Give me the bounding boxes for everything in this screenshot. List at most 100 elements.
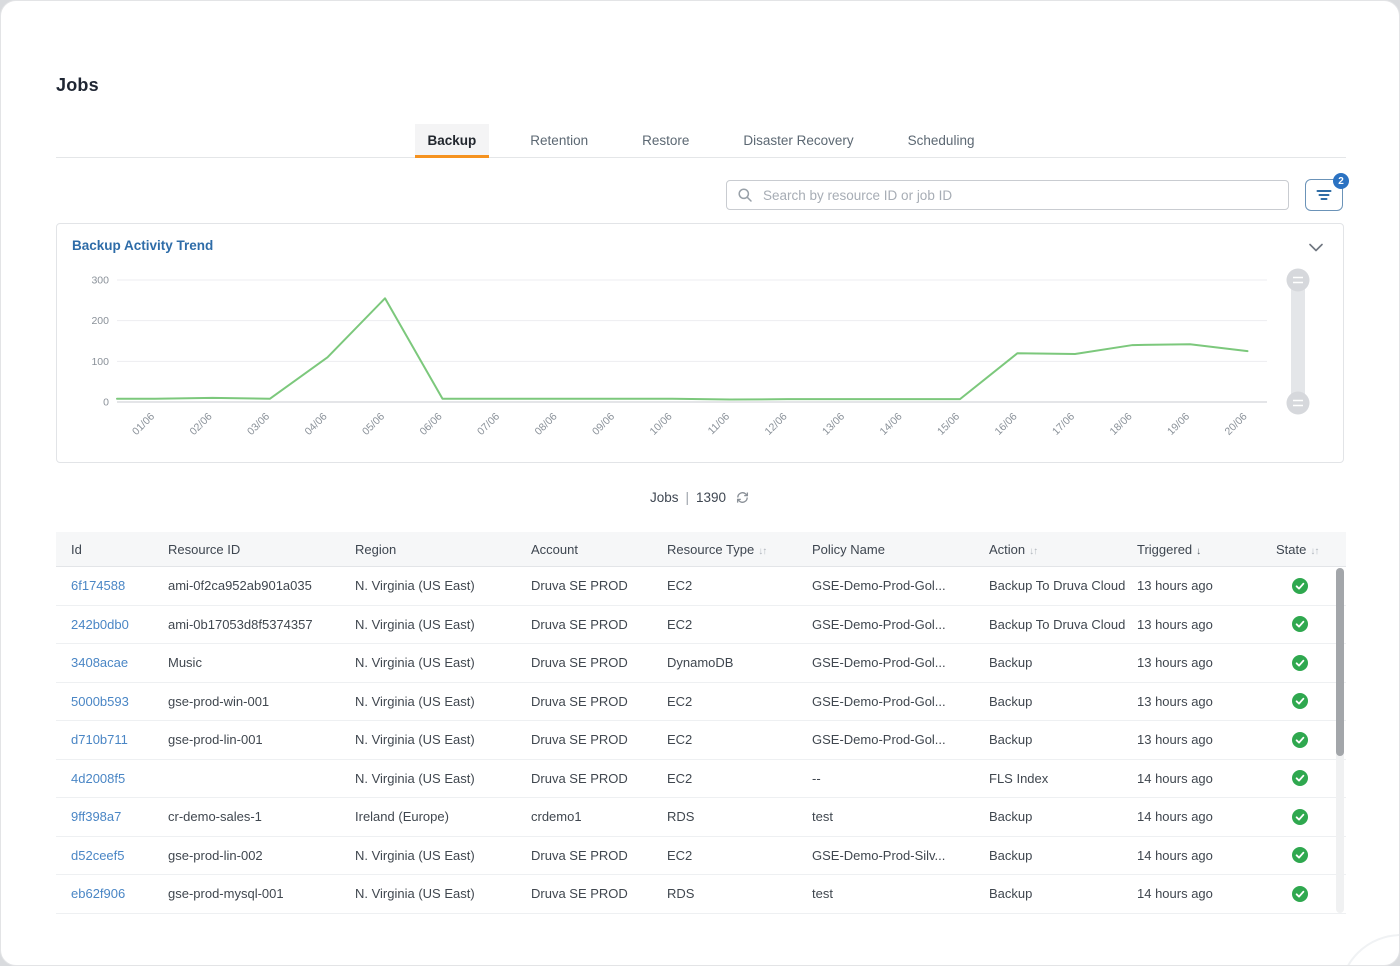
column-label: Triggered (1137, 542, 1192, 557)
policy-name-cell: GSE-Demo-Prod-Gol... (812, 617, 989, 632)
policy-name-cell: test (812, 886, 989, 901)
sort-desc-icon: ↓ (1196, 546, 1201, 557)
job-id-link[interactable]: 242b0db0 (71, 617, 168, 632)
column-header-state[interactable]: State↓↑ (1276, 542, 1346, 557)
resource-id-cell: Music (168, 655, 355, 670)
y-axis-label: 0 (103, 397, 109, 409)
account-cell: Druva SE PROD (531, 617, 667, 632)
triggered-cell: 13 hours ago (1137, 578, 1276, 593)
search-box (726, 180, 1289, 210)
sort-both-icon: ↓↑ (1310, 546, 1318, 557)
column-header-account: Account (531, 542, 667, 557)
state-success-icon (1292, 655, 1308, 671)
action-cell: Backup (989, 848, 1137, 863)
chart-zoom-handle-top[interactable] (1287, 269, 1310, 292)
resource-type-cell: EC2 (667, 694, 812, 709)
job-id-link[interactable]: 4d2008f5 (71, 771, 168, 786)
column-header-action[interactable]: Action↓↑ (989, 542, 1137, 557)
table-row: 6f174588ami-0f2ca952ab901a035N. Virginia… (56, 567, 1346, 606)
column-label: Id (71, 542, 82, 557)
account-cell: Druva SE PROD (531, 771, 667, 786)
table-row: 5000b593gse-prod-win-001N. Virginia (US … (56, 683, 1346, 722)
triggered-cell: 13 hours ago (1137, 655, 1276, 670)
policy-name-cell: GSE-Demo-Prod-Gol... (812, 694, 989, 709)
column-header-policy-name: Policy Name (812, 542, 989, 557)
account-cell: Druva SE PROD (531, 578, 667, 593)
chart-zoom-handle-bottom[interactable] (1287, 392, 1310, 415)
column-header-id: Id (71, 542, 168, 557)
policy-name-cell: -- (812, 771, 989, 786)
column-header-triggered[interactable]: Triggered ↓ (1137, 542, 1276, 557)
region-cell: N. Virginia (US East) (355, 732, 531, 747)
tab-scheduling[interactable]: Scheduling (895, 124, 988, 157)
state-success-icon (1292, 847, 1308, 863)
resource-type-cell: EC2 (667, 848, 812, 863)
table-row: 4d2008f5N. Virginia (US East)Druva SE PR… (56, 760, 1346, 799)
column-label: Policy Name (812, 542, 885, 557)
scrollbar-thumb[interactable] (1336, 568, 1344, 756)
sort-both-icon: ↓↑ (758, 546, 766, 557)
policy-name-cell: test (812, 809, 989, 824)
x-axis-label: 17/06 (1050, 411, 1077, 438)
resource-type-cell: EC2 (667, 578, 812, 593)
table-row: 9ff398a7cr-demo-sales-1Ireland (Europe)c… (56, 798, 1346, 837)
refresh-icon (735, 490, 750, 505)
chart-zoom-track[interactable] (1291, 280, 1305, 403)
region-cell: N. Virginia (US East) (355, 578, 531, 593)
action-cell: Backup (989, 809, 1137, 824)
column-header-resource-id: Resource ID (168, 542, 355, 557)
x-axis-label: 13/06 (820, 411, 847, 438)
resource-id-cell: cr-demo-sales-1 (168, 809, 355, 824)
table-scrollbar[interactable] (1336, 568, 1344, 913)
x-axis-label: 18/06 (1108, 411, 1135, 438)
account-cell: Druva SE PROD (531, 732, 667, 747)
job-id-link[interactable]: d710b711 (71, 732, 168, 747)
job-id-link[interactable]: 9ff398a7 (71, 809, 168, 824)
triggered-cell: 14 hours ago (1137, 771, 1276, 786)
backup-activity-card: Backup Activity Trend 010020030001/0602/… (56, 223, 1344, 463)
tab-backup[interactable]: Backup (415, 124, 490, 157)
jobs-count: Jobs | 1390 (1, 488, 1400, 507)
tab-disaster-recovery[interactable]: Disaster Recovery (730, 124, 866, 157)
resource-type-cell: EC2 (667, 617, 812, 632)
region-cell: N. Virginia (US East) (355, 848, 531, 863)
region-cell: N. Virginia (US East) (355, 655, 531, 670)
job-id-link[interactable]: 3408acae (71, 655, 168, 670)
action-cell: Backup (989, 694, 1137, 709)
job-id-link[interactable]: 5000b593 (71, 694, 168, 709)
x-axis-label: 01/06 (130, 411, 157, 438)
triggered-cell: 14 hours ago (1137, 886, 1276, 901)
x-axis-label: 05/06 (360, 411, 387, 438)
toolbar: 2 (56, 179, 1346, 211)
y-axis-label: 100 (91, 356, 109, 368)
jobs-count-value: 1390 (696, 490, 726, 505)
refresh-button[interactable] (733, 488, 752, 507)
table-row: 242b0db0ami-0b17053d8f5374357N. Virginia… (56, 606, 1346, 645)
x-axis-label: 14/06 (878, 411, 905, 438)
job-id-link[interactable]: 6f174588 (71, 578, 168, 593)
x-axis-label: 10/06 (648, 411, 675, 438)
state-success-icon (1292, 770, 1308, 786)
search-input[interactable] (761, 187, 1288, 204)
column-header-resource-type[interactable]: Resource Type↓↑ (667, 542, 812, 557)
account-cell: Druva SE PROD (531, 655, 667, 670)
job-id-link[interactable]: d52ceef5 (71, 848, 168, 863)
tab-retention[interactable]: Retention (517, 124, 601, 157)
x-axis-label: 08/06 (533, 411, 560, 438)
x-axis-label: 11/06 (706, 411, 733, 438)
column-label: Account (531, 542, 578, 557)
x-axis-label: 15/06 (935, 411, 962, 438)
action-cell: Backup To Druva Cloud (989, 617, 1137, 632)
filter-button[interactable]: 2 (1305, 179, 1343, 211)
x-axis-label: 20/06 (1223, 411, 1250, 438)
table-row: d52ceef5gse-prod-lin-002N. Virginia (US … (56, 837, 1346, 876)
triggered-cell: 13 hours ago (1137, 617, 1276, 632)
tab-restore[interactable]: Restore (629, 124, 702, 157)
y-axis-label: 300 (91, 275, 109, 287)
filter-icon (1316, 187, 1332, 203)
action-cell: Backup (989, 732, 1137, 747)
job-id-link[interactable]: eb62f906 (71, 886, 168, 901)
x-axis-label: 03/06 (245, 411, 272, 438)
resource-type-cell: RDS (667, 809, 812, 824)
page-title: Jobs (56, 75, 99, 96)
